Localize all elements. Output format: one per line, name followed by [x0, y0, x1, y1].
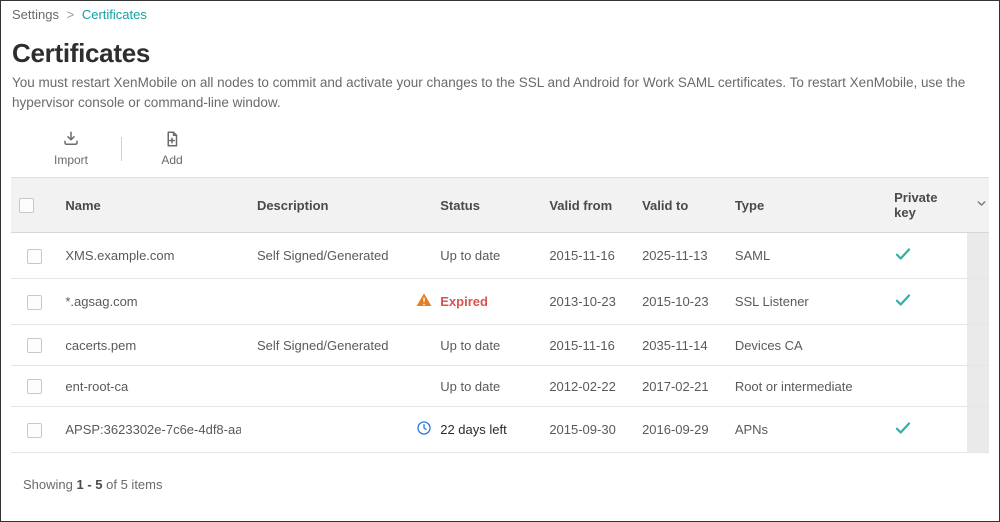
- showing-of: of: [103, 477, 121, 492]
- cert-name: *.agsag.com: [65, 294, 241, 309]
- cert-type: Root or intermediate: [735, 379, 853, 394]
- row-checkbox[interactable]: [27, 338, 42, 353]
- select-all-checkbox[interactable]: [19, 198, 34, 213]
- status-icon-empty: [416, 248, 432, 264]
- status-cell: Up to date: [416, 248, 533, 264]
- showing-items-suffix: items: [128, 477, 163, 492]
- header-type[interactable]: Type: [727, 178, 886, 233]
- showing-range: 1 - 5: [76, 477, 102, 492]
- valid-to: 2017-02-21: [642, 379, 709, 394]
- valid-to: 2025-11-13: [642, 248, 708, 263]
- clock-icon: [416, 420, 432, 439]
- valid-to: 2016-09-29: [642, 422, 709, 437]
- table-row[interactable]: APSP:3623302e-7c6e-4df8-aa96 22 days left…: [11, 407, 989, 453]
- row-trailing-cell: [967, 325, 989, 366]
- header-name[interactable]: Name: [57, 178, 249, 233]
- status-cell: Up to date: [416, 378, 533, 394]
- status-cell: Up to date: [416, 337, 533, 353]
- status-icon-empty: [416, 378, 432, 394]
- valid-from: 2015-11-16: [549, 248, 615, 263]
- table-row[interactable]: cacerts.pem Self Signed/Generated Up to da…: [11, 325, 989, 366]
- warning-triangle-icon: [416, 292, 432, 311]
- row-trailing-cell: [967, 233, 989, 279]
- row-checkbox[interactable]: [27, 423, 42, 438]
- page-intro-text: You must restart XenMobile on all nodes …: [12, 73, 989, 112]
- cert-type: APNs: [735, 422, 768, 437]
- cert-type: SSL Listener: [735, 294, 809, 309]
- status-text: Up to date: [440, 379, 500, 394]
- cert-description: Self Signed/Generated: [257, 338, 389, 353]
- header-description[interactable]: Description: [249, 178, 408, 233]
- breadcrumb-current: Certificates: [82, 7, 147, 22]
- select-all-cell[interactable]: [11, 178, 57, 233]
- page-title: Certificates: [12, 38, 989, 69]
- cert-name: ent-root-ca: [65, 379, 241, 394]
- download-tray-icon: [62, 130, 80, 151]
- add-button[interactable]: Add: [144, 130, 200, 167]
- row-checkbox[interactable]: [27, 295, 42, 310]
- header-status[interactable]: Status: [408, 178, 541, 233]
- cert-name: APSP:3623302e-7c6e-4df8-aa96: [65, 422, 241, 437]
- status-icon-empty: [416, 337, 432, 353]
- status-cell: 22 days left: [416, 420, 533, 439]
- header-private-key[interactable]: Private key: [886, 178, 967, 233]
- cert-description: Self Signed/Generated: [257, 248, 389, 263]
- header-valid-from[interactable]: Valid from: [541, 178, 634, 233]
- showing-prefix: Showing: [23, 477, 76, 492]
- row-checkbox[interactable]: [27, 249, 42, 264]
- status-text: Up to date: [440, 248, 500, 263]
- cert-name: cacerts.pem: [65, 338, 241, 353]
- row-trailing-cell: [967, 279, 989, 325]
- showing-count: Showing 1 - 5 of 5 items: [23, 477, 989, 492]
- check-icon: [894, 297, 912, 312]
- row-checkbox[interactable]: [27, 379, 42, 394]
- toolbar: Import Add: [11, 126, 989, 171]
- import-button[interactable]: Import: [43, 130, 99, 167]
- table-row[interactable]: ent-root-ca Up to date 2012-02-22 2017-02-2…: [11, 366, 989, 407]
- cert-name: XMS.example.com: [65, 248, 241, 263]
- status-text: Expired: [440, 294, 488, 309]
- table-header-row: Name Description Status Valid from Valid…: [11, 178, 989, 233]
- row-trailing-cell: [967, 407, 989, 453]
- valid-from: 2015-11-16: [549, 338, 615, 353]
- add-document-icon: [163, 130, 181, 151]
- breadcrumb-settings-link[interactable]: Settings: [12, 7, 59, 22]
- status-text: Up to date: [440, 338, 500, 353]
- header-valid-to[interactable]: Valid to: [634, 178, 727, 233]
- certificates-table: Name Description Status Valid from Valid…: [11, 177, 989, 453]
- breadcrumb: Settings > Certificates: [12, 7, 989, 22]
- check-icon: [894, 251, 912, 266]
- import-button-label: Import: [54, 153, 88, 167]
- valid-to: 2035-11-14: [642, 338, 708, 353]
- table-row[interactable]: XMS.example.com Self Signed/Generated Up t…: [11, 233, 989, 279]
- column-options[interactable]: [967, 178, 989, 233]
- status-text: 22 days left: [440, 422, 507, 437]
- breadcrumb-separator: >: [67, 7, 75, 22]
- chevron-down-icon: [975, 198, 988, 213]
- valid-from: 2012-02-22: [549, 379, 616, 394]
- toolbar-separator: [121, 137, 122, 161]
- showing-total: 5: [121, 477, 128, 492]
- check-icon: [894, 425, 912, 440]
- row-trailing-cell: [967, 366, 989, 407]
- valid-from: 2015-09-30: [549, 422, 616, 437]
- valid-from: 2013-10-23: [549, 294, 616, 309]
- cert-type: SAML: [735, 248, 770, 263]
- valid-to: 2015-10-23: [642, 294, 709, 309]
- add-button-label: Add: [161, 153, 182, 167]
- table-row[interactable]: *.agsag.com Expired 2013-10-23 2015-10-23 SS…: [11, 279, 989, 325]
- cert-type: Devices CA: [735, 338, 803, 353]
- status-cell: Expired: [416, 292, 533, 311]
